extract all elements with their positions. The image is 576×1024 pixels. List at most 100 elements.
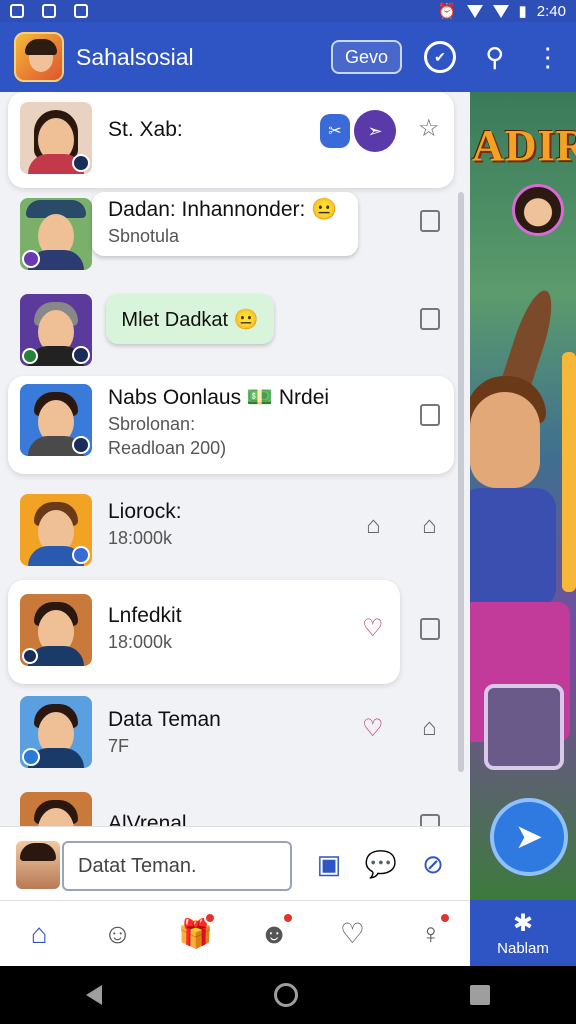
status-time: 2:40 xyxy=(536,2,566,20)
nav-avatar-icon[interactable]: ☻ xyxy=(252,911,296,956)
game-item-card[interactable] xyxy=(484,684,564,770)
chat-bubble-icon[interactable]: 💬 xyxy=(365,849,397,879)
avatar xyxy=(20,696,92,768)
clipboard-icon[interactable] xyxy=(420,210,440,232)
system-nav-bar xyxy=(0,966,576,1024)
conversation-preview: 18:000k xyxy=(108,528,173,548)
avatar xyxy=(20,792,92,826)
composer-bar: Datat Teman. ▣ 💬 ⊘ xyxy=(0,826,470,900)
list-item[interactable]: St. Xab: ✂ ➣ ☆ xyxy=(0,92,460,188)
nav-profile-icon[interactable]: ☺ xyxy=(95,912,139,956)
user-avatar[interactable] xyxy=(16,841,60,889)
recents-icon[interactable] xyxy=(470,985,490,1005)
conversation-name: Nabs Oonlaus 💵 Nrdei xyxy=(108,386,330,409)
compass-icon[interactable]: ⊘ xyxy=(418,849,448,879)
home-outline-icon[interactable]: ⌂ xyxy=(422,714,437,742)
conversation-name: Dadan: Inhannonder: 😐 xyxy=(108,198,338,221)
notification-dot xyxy=(282,911,295,924)
conversation-preview-2: Readloan 200) xyxy=(108,438,227,458)
nav-bulb-icon[interactable]: ♀ xyxy=(409,911,453,956)
avatar xyxy=(20,494,92,566)
hero-body xyxy=(470,488,556,608)
home-outline-icon[interactable]: ⌂ xyxy=(422,512,437,540)
home-outline-icon[interactable]: ⌂ xyxy=(366,512,381,540)
notification-dot xyxy=(438,911,451,924)
conversation-name: AlVrenal xyxy=(108,812,187,826)
status-bar: ⏰ ▮ 2:40 xyxy=(0,0,576,22)
clipboard-icon[interactable] xyxy=(420,404,440,426)
list-item[interactable]: Liorock: 18:000k ⌂ ⌂ xyxy=(0,484,460,580)
header-right: ⚲ ⋮ xyxy=(470,22,576,92)
search-icon[interactable]: ⚲ xyxy=(485,42,504,73)
nav-gift-icon[interactable]: 🎁 xyxy=(174,911,218,956)
notification-icon xyxy=(10,4,24,18)
avatar xyxy=(20,102,92,174)
signal-icon xyxy=(492,4,509,18)
conversation-list[interactable]: St. Xab: ✂ ➣ ☆ Dadan: Inhannonder: 😐 Sbn… xyxy=(0,92,470,826)
heart-icon[interactable]: ♡ xyxy=(362,714,384,743)
conversation-preview: 7F xyxy=(108,736,130,756)
gallery-icon[interactable]: ▣ xyxy=(314,849,344,879)
online-badge xyxy=(22,348,38,364)
nav-home-icon[interactable]: ⌂ xyxy=(17,912,61,956)
scrollbar[interactable] xyxy=(458,192,464,772)
screen: ⏰ ▮ 2:40 Sahalsosial Gevo ✔ ⚲ ⋮ ADIRK ➤ xyxy=(0,0,576,1024)
conversation-name: Liorock: xyxy=(108,500,182,523)
avatar-badge xyxy=(72,346,90,364)
side-tab-label: Nablam xyxy=(497,940,549,957)
avatar xyxy=(20,384,92,456)
notification-icon xyxy=(42,4,56,18)
clipboard-icon[interactable] xyxy=(420,308,440,330)
list-item[interactable]: Mlet Dadkat 😐 xyxy=(0,284,460,380)
game-panel[interactable]: ADIRK ➤ xyxy=(470,92,576,900)
conversation-name: Lnfedkit xyxy=(108,604,182,627)
alarm-icon: ⏰ xyxy=(437,3,457,20)
header-action-button[interactable]: Gevo xyxy=(330,40,402,74)
conversation-name: Data Teman xyxy=(108,708,221,731)
nav-heart-search-icon[interactable]: ♡ xyxy=(330,912,374,956)
app-header: Sahalsosial Gevo ✔ xyxy=(0,22,470,92)
home-icon[interactable] xyxy=(274,983,298,1007)
check-circle-icon[interactable]: ✔ xyxy=(424,41,456,73)
avatar-badge xyxy=(72,436,90,454)
avatar-badge xyxy=(22,748,40,766)
game-avatar[interactable] xyxy=(512,184,564,236)
avatar xyxy=(20,294,92,366)
send-icon[interactable]: ➣ xyxy=(354,110,396,152)
avatar-badge xyxy=(72,546,90,564)
list-item[interactable]: AlVrenal xyxy=(0,784,460,826)
list-item[interactable]: Data Teman 7F ♡ ⌂ xyxy=(0,684,460,780)
bottom-nav: ⌂ ☺ 🎁 ☻ ♡ ♀ xyxy=(0,900,470,966)
conversation-preview: 18:000k xyxy=(108,632,173,652)
avatar-badge xyxy=(22,250,40,268)
game-side-glow xyxy=(562,352,576,592)
avatar xyxy=(20,198,92,270)
back-icon[interactable] xyxy=(86,985,102,1005)
hero-head xyxy=(470,392,540,488)
conversation-preview: Sbnotula xyxy=(108,226,180,246)
tab-icon: ✱ xyxy=(512,910,534,937)
heart-icon[interactable]: ♡ xyxy=(362,614,384,643)
side-tab[interactable]: ✱ Nablam xyxy=(470,900,576,966)
shuffle-icon[interactable]: ✂ xyxy=(320,114,350,148)
battery-icon: ▮ xyxy=(518,3,527,20)
more-vert-icon[interactable]: ⋮ xyxy=(535,42,561,73)
conversation-name: St. Xab: xyxy=(108,118,183,141)
game-title: ADIRK xyxy=(472,121,576,170)
conversation-preview: Sbrolonan: xyxy=(108,414,196,434)
wifi-icon xyxy=(466,4,483,18)
app-logo[interactable] xyxy=(14,32,64,82)
message-input[interactable]: Datat Teman. xyxy=(62,841,292,891)
message-bubble[interactable]: Mlet Dadkat 😐 xyxy=(106,294,274,344)
clipboard-icon[interactable] xyxy=(420,814,440,826)
avatar-badge xyxy=(72,154,90,172)
star-icon[interactable]: ☆ xyxy=(418,114,440,143)
list-item[interactable]: Dadan: Inhannonder: 😐 Sbnotula xyxy=(0,188,460,284)
list-item[interactable]: Lnfedkit 18:000k ♡ xyxy=(0,580,460,684)
avatar-badge xyxy=(22,648,38,664)
avatar xyxy=(20,594,92,666)
clipboard-icon[interactable] xyxy=(420,618,440,640)
game-action-button[interactable]: ➤ xyxy=(490,798,568,876)
notification-dot xyxy=(203,911,216,924)
list-item[interactable]: Nabs Oonlaus 💵 Nrdei Sbrolonan: Readloan… xyxy=(0,374,460,474)
